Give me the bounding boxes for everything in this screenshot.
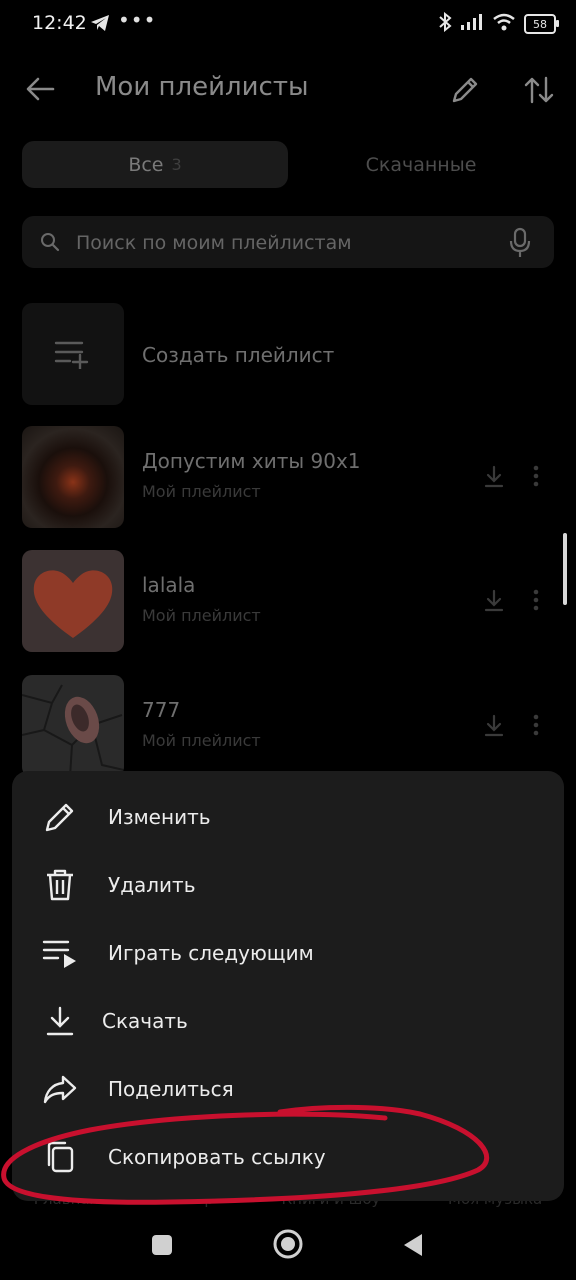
menu-item-copy-link[interactable]: Скопировать ссылку	[12, 1123, 564, 1191]
microphone-icon[interactable]	[508, 227, 532, 263]
menu-item-download[interactable]: Скачать	[12, 987, 564, 1055]
search-input[interactable]	[74, 216, 498, 270]
status-icons: 58	[438, 11, 559, 36]
status-bar: 12:42 ••• 58	[0, 0, 576, 52]
sort-icon[interactable]	[520, 72, 558, 108]
wifi-icon	[492, 13, 516, 35]
menu-item-label: Скопировать ссылку	[108, 1145, 326, 1169]
play-next-icon	[40, 933, 80, 973]
menu-item-label: Играть следующим	[108, 941, 314, 965]
search-icon	[40, 232, 60, 256]
create-playlist-row[interactable]: Создать плейлист	[0, 303, 576, 407]
home-icon[interactable]	[272, 1228, 304, 1264]
context-menu-sheet: Изменить Удалить Играть следующим Скачат…	[12, 771, 564, 1201]
page-title: Мои плейлисты	[95, 72, 309, 102]
menu-item-label: Скачать	[102, 1009, 188, 1033]
menu-item-label: Поделиться	[108, 1077, 234, 1101]
trash-icon	[40, 865, 80, 905]
menu-item-label: Изменить	[108, 805, 211, 829]
more-options-icon[interactable]	[533, 589, 539, 615]
playlist-cover	[22, 426, 124, 528]
recent-apps-icon[interactable]	[151, 1234, 173, 1260]
list-item[interactable]: lalala Мой плейлист	[0, 549, 576, 653]
telegram-icon	[90, 14, 110, 36]
download-icon[interactable]	[483, 465, 505, 493]
tab-downloaded[interactable]: Скачанные	[288, 141, 554, 188]
search-bar[interactable]	[22, 216, 554, 270]
tab-all[interactable]: Все 3	[22, 141, 288, 188]
signal-icon	[460, 13, 484, 35]
edit-pencil-icon[interactable]	[446, 72, 484, 108]
back-arrow-icon[interactable]	[22, 70, 58, 108]
menu-item-edit[interactable]: Изменить	[12, 783, 564, 851]
more-options-icon[interactable]	[533, 714, 539, 740]
back-icon[interactable]	[402, 1232, 424, 1262]
playlist-subtitle: Мой плейлист	[142, 482, 261, 501]
menu-item-delete[interactable]: Удалить	[12, 851, 564, 919]
list-item[interactable]: Допустим хиты 90х1 Мой плейлист	[0, 425, 576, 529]
system-nav-bar	[0, 1210, 576, 1280]
tab-all-count: 3	[171, 155, 182, 174]
status-time: 12:42	[32, 12, 87, 34]
battery-indicator: 58	[524, 14, 559, 34]
scrollbar[interactable]	[563, 533, 567, 605]
playlist-cover	[22, 675, 124, 777]
list-item[interactable]: 777 Мой плейлист	[0, 674, 576, 778]
playlist-subtitle: Мой плейлист	[142, 606, 261, 625]
menu-item-share[interactable]: Поделиться	[12, 1055, 564, 1123]
playlist-title: Допустим хиты 90х1	[142, 449, 361, 473]
playlist-subtitle: Мой плейлист	[142, 731, 261, 750]
playlist-title: lalala	[142, 573, 196, 597]
share-icon	[40, 1069, 80, 1109]
copy-icon	[40, 1137, 80, 1177]
more-options-icon[interactable]	[533, 465, 539, 491]
pencil-icon	[40, 797, 80, 837]
create-playlist-label: Создать плейлист	[142, 343, 335, 367]
tab-all-label: Все	[128, 153, 164, 176]
playlist-title: 777	[142, 698, 181, 722]
download-icon[interactable]	[483, 589, 505, 617]
notification-dots: •••	[118, 8, 157, 32]
playlist-cover	[22, 550, 124, 652]
download-icon	[40, 1001, 80, 1041]
playlist-add-icon	[22, 303, 124, 405]
download-icon[interactable]	[483, 714, 505, 742]
menu-item-label: Удалить	[108, 873, 196, 897]
bluetooth-icon	[438, 11, 452, 36]
menu-item-play-next[interactable]: Играть следующим	[12, 919, 564, 987]
